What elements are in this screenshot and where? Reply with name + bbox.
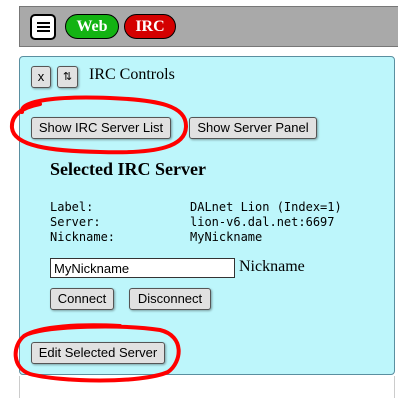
irc-tab-button[interactable]: IRC bbox=[124, 14, 176, 39]
collapse-panel-button[interactable]: ⇅ bbox=[57, 66, 78, 88]
hamburger-menu-icon[interactable] bbox=[30, 14, 56, 40]
disconnect-button[interactable]: Disconnect bbox=[129, 288, 211, 310]
label-key: Label: bbox=[50, 200, 94, 214]
show-server-panel-button[interactable]: Show Server Panel bbox=[189, 117, 317, 139]
web-tab-button[interactable]: Web bbox=[65, 14, 119, 39]
panel-below-area bbox=[19, 376, 395, 398]
nickname-value: MyNickname bbox=[190, 230, 263, 244]
connect-button[interactable]: Connect bbox=[50, 288, 114, 310]
nickname-key: Nickname: bbox=[50, 230, 116, 244]
show-irc-server-list-button[interactable]: Show IRC Server List bbox=[31, 117, 171, 139]
label-value: DALnet Lion (Index=1) bbox=[190, 200, 342, 214]
top-navigation-bar: Web IRC bbox=[19, 6, 398, 47]
nickname-input-label: Nickname bbox=[239, 258, 305, 275]
server-value: lion-v6.dal.net:6697 bbox=[190, 215, 335, 229]
selected-server-heading: Selected IRC Server bbox=[50, 159, 206, 179]
panel-title: IRC Controls bbox=[89, 66, 175, 83]
server-key: Server: bbox=[50, 215, 101, 229]
edit-selected-server-button[interactable]: Edit Selected Server bbox=[31, 342, 165, 364]
close-panel-button[interactable]: x bbox=[31, 66, 51, 88]
nickname-input[interactable] bbox=[50, 258, 235, 278]
